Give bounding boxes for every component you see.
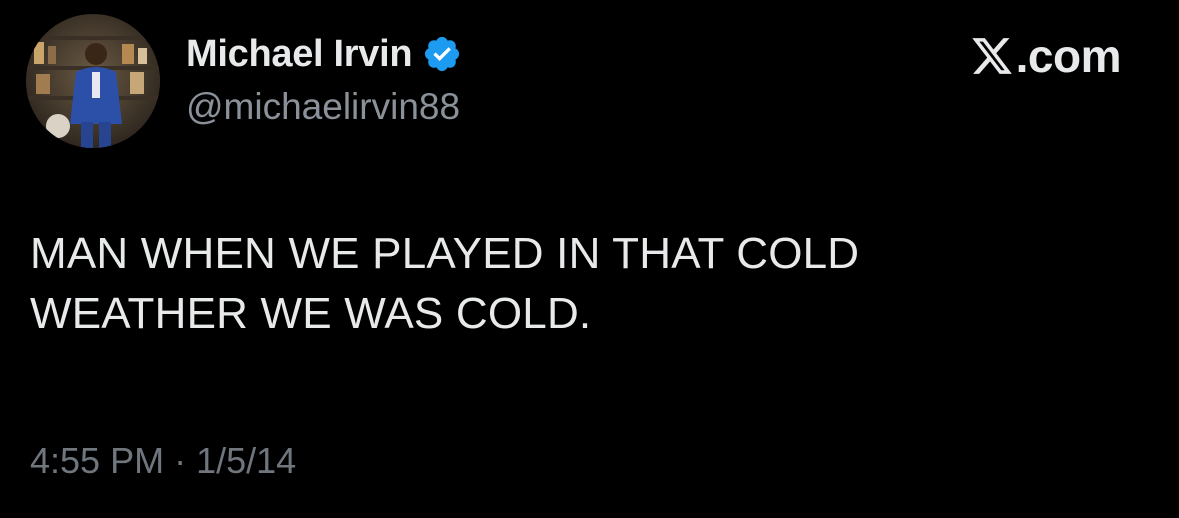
tweet-card: Michael Irvin @michaelirvin88 .com MAN W… (0, 0, 1179, 518)
author-handle[interactable]: @michaelirvin88 (186, 86, 460, 128)
tweet-text-line: WEATHER WE WAS COLD. (30, 289, 592, 338)
tweet-text: MAN WHEN WE PLAYED IN THAT COLD WEATHER … (30, 224, 1090, 344)
author-display-name[interactable]: Michael Irvin (186, 33, 413, 76)
brand-watermark: .com (970, 30, 1122, 82)
timestamp-separator: · (174, 440, 187, 481)
x-logo-icon (970, 34, 1014, 78)
brand-domain-text: .com (1015, 30, 1122, 82)
tweet-date: 1/5/14 (196, 440, 297, 481)
verified-badge-icon (422, 34, 462, 74)
tweet-text-line: MAN WHEN WE PLAYED IN THAT COLD (30, 229, 860, 278)
tweet-timestamp[interactable]: 4:55 PM · 1/5/14 (30, 440, 296, 482)
tweet-time: 4:55 PM (30, 440, 165, 481)
author-name-row: Michael Irvin (186, 30, 462, 78)
profile-photo-avatar-icon (26, 14, 160, 148)
avatar[interactable] (26, 14, 160, 148)
